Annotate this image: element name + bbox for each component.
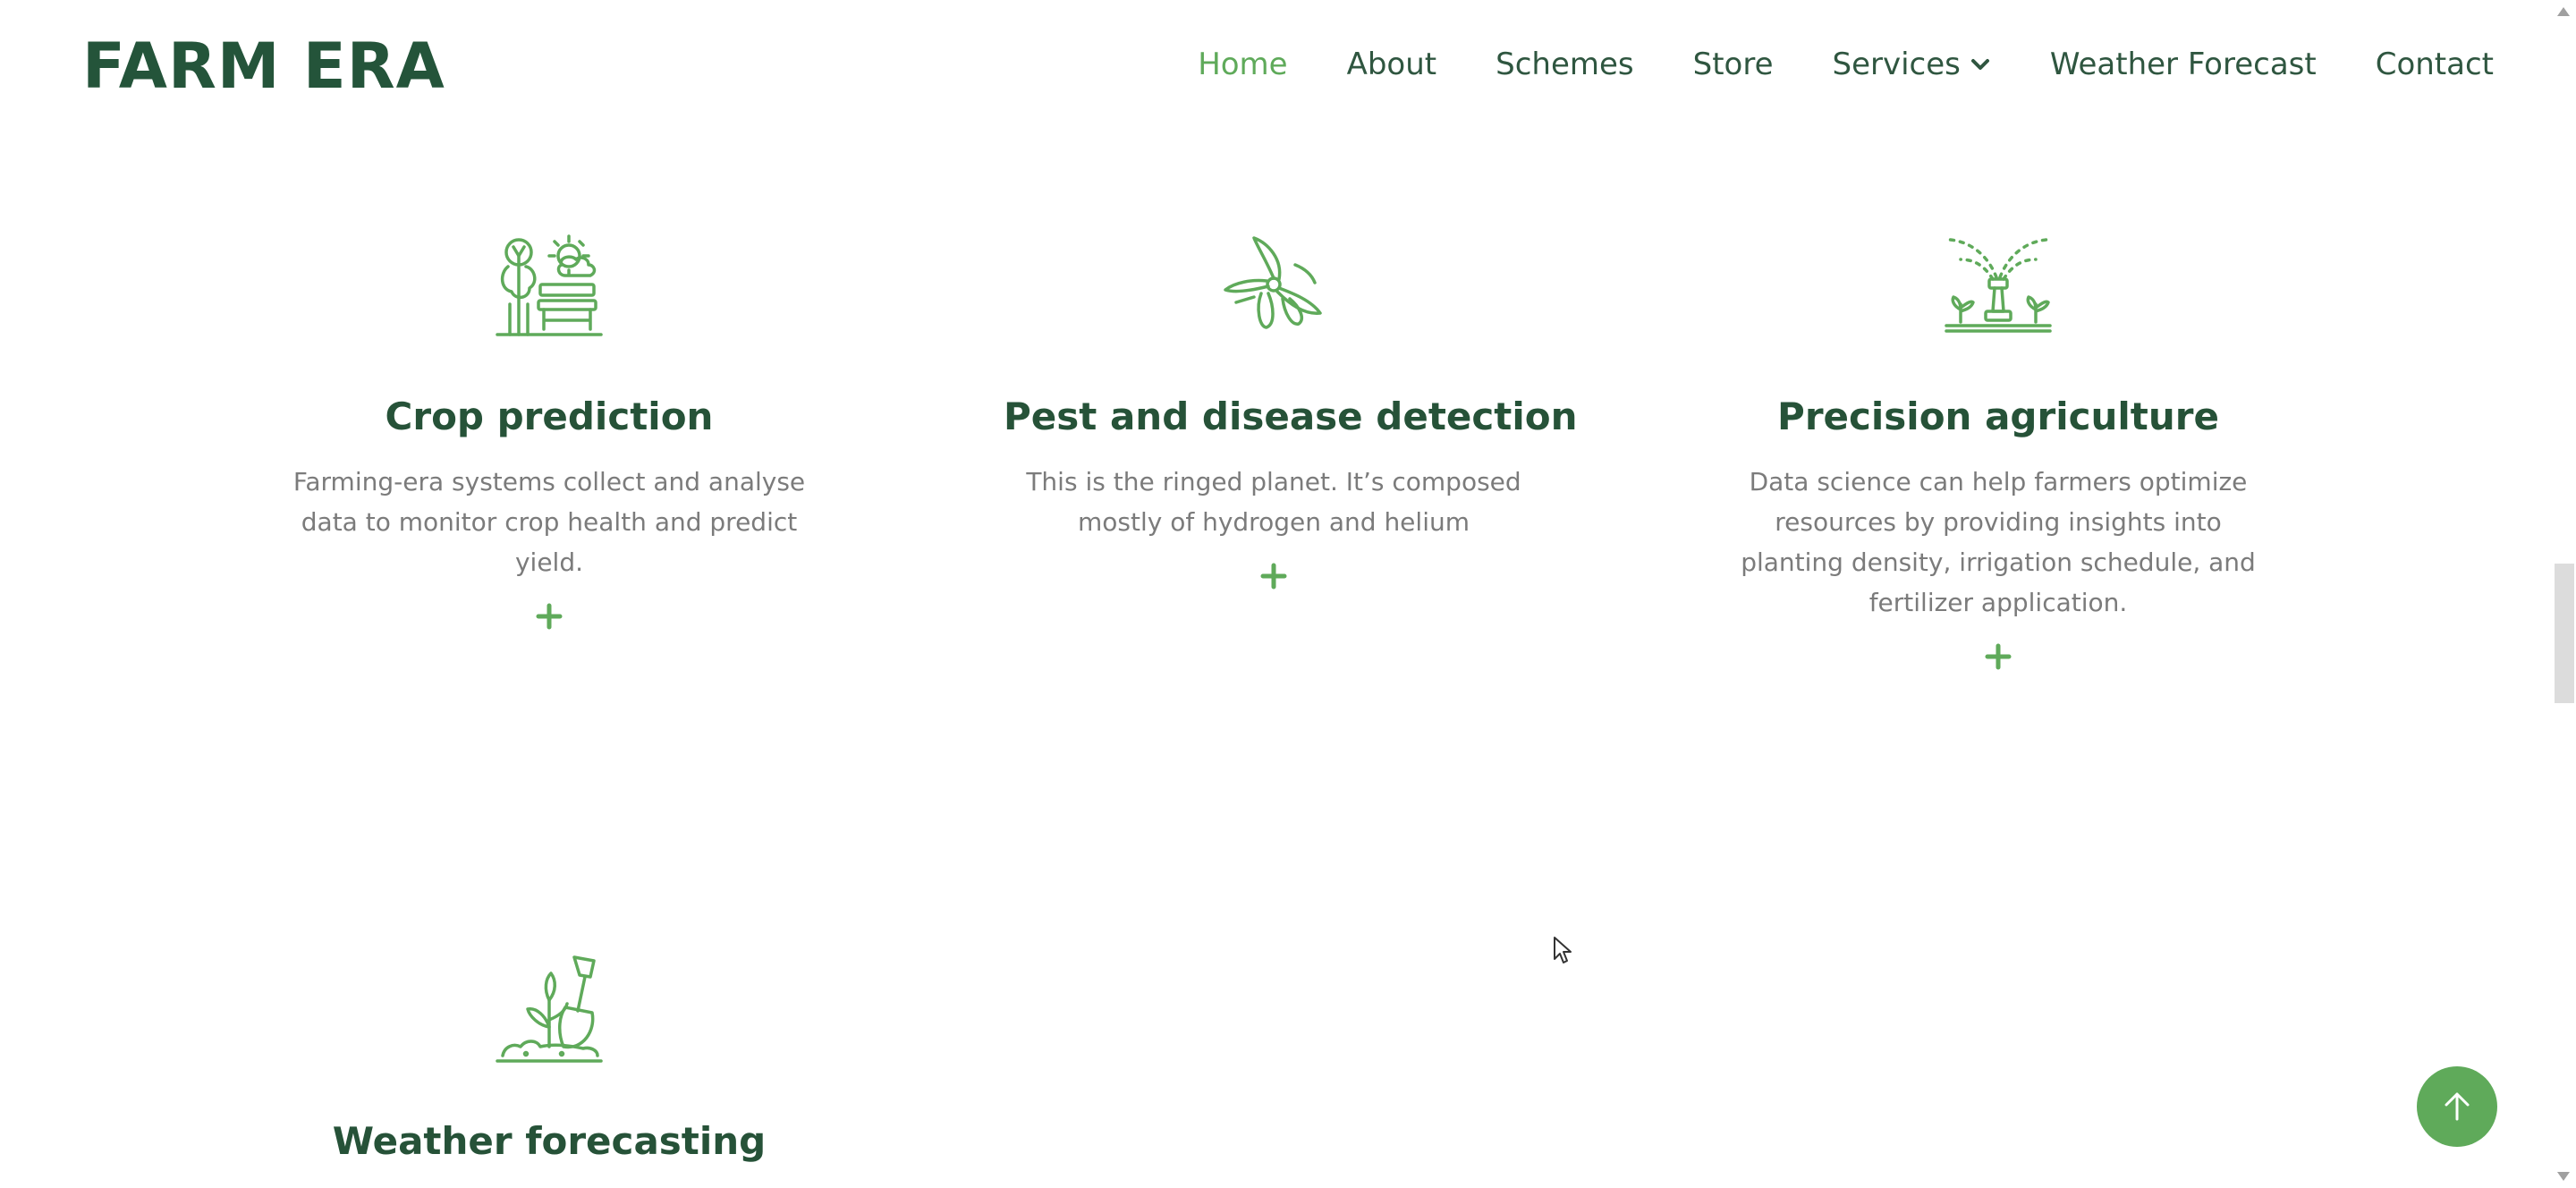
nav-services-label: Services (1832, 47, 1961, 82)
mouse-cursor-icon (1554, 937, 1572, 963)
nav-schemes[interactable]: Schemes (1496, 39, 1634, 89)
nav-services[interactable]: Services (1833, 39, 1991, 89)
scroll-down-arrow-icon[interactable] (2557, 1172, 2570, 1181)
park-tree-bench-icon (496, 234, 603, 336)
plus-icon[interactable] (1258, 560, 1290, 592)
sprinkler-icon (1945, 238, 2052, 333)
service-description: This is the ringed planet. It’s composed… (1026, 467, 1521, 537)
shovel-sprout-icon (496, 955, 603, 1063)
scrollbar-thumb[interactable] (2555, 564, 2574, 703)
logo[interactable]: FARM ERA (82, 29, 445, 104)
plus-icon[interactable] (533, 600, 565, 632)
pruning-shears-icon (1224, 236, 1322, 329)
scrollbar[interactable] (2551, 0, 2576, 1188)
nav-weather-forecast-label: Weather Forecast (2049, 47, 2317, 82)
nav-weather-forecast[interactable]: Weather Forecast (2050, 39, 2317, 89)
nav-home[interactable]: Home (1198, 39, 1287, 89)
service-title: Pest and disease detection (1004, 395, 1578, 438)
service-description: Farming-era systems collect and analyse … (292, 467, 806, 577)
nav-about[interactable]: About (1347, 39, 1437, 89)
main-nav: Home About Schemes Store Services Weathe… (1198, 39, 2494, 89)
scroll-up-arrow-icon[interactable] (2557, 7, 2570, 16)
service-card-weather-forecasting: Weather forecasting (279, 954, 819, 1168)
nav-schemes-label: Schemes (1496, 47, 1634, 82)
nav-home-label: Home (1198, 47, 1288, 82)
back-to-top-button[interactable] (2417, 1066, 2497, 1147)
nav-about-label: About (1346, 47, 1437, 82)
service-title: Precision agriculture (1777, 395, 2219, 438)
nav-contact[interactable]: Contact (2376, 39, 2494, 89)
arrow-up-icon (2445, 1092, 2470, 1121)
nav-store[interactable]: Store (1693, 39, 1774, 89)
service-description: Data science can help farmers optimize r… (1741, 467, 2256, 617)
plus-icon[interactable] (1982, 641, 2014, 673)
nav-store-label: Store (1692, 47, 1774, 82)
service-card-precision-agriculture: Precision agriculture Data science can h… (1728, 229, 2268, 677)
service-card-crop-prediction: Crop prediction Farming-era systems coll… (279, 229, 819, 637)
navbar: FARM ERA Home About Schemes Store Servic… (0, 0, 2551, 134)
chevron-down-icon (1970, 59, 1989, 70)
service-title: Crop prediction (385, 395, 714, 438)
nav-contact-label: Contact (2375, 47, 2494, 82)
service-title: Weather forecasting (332, 1119, 767, 1163)
service-card-pest-detection: Pest and disease detection This is the r… (1004, 229, 1578, 597)
